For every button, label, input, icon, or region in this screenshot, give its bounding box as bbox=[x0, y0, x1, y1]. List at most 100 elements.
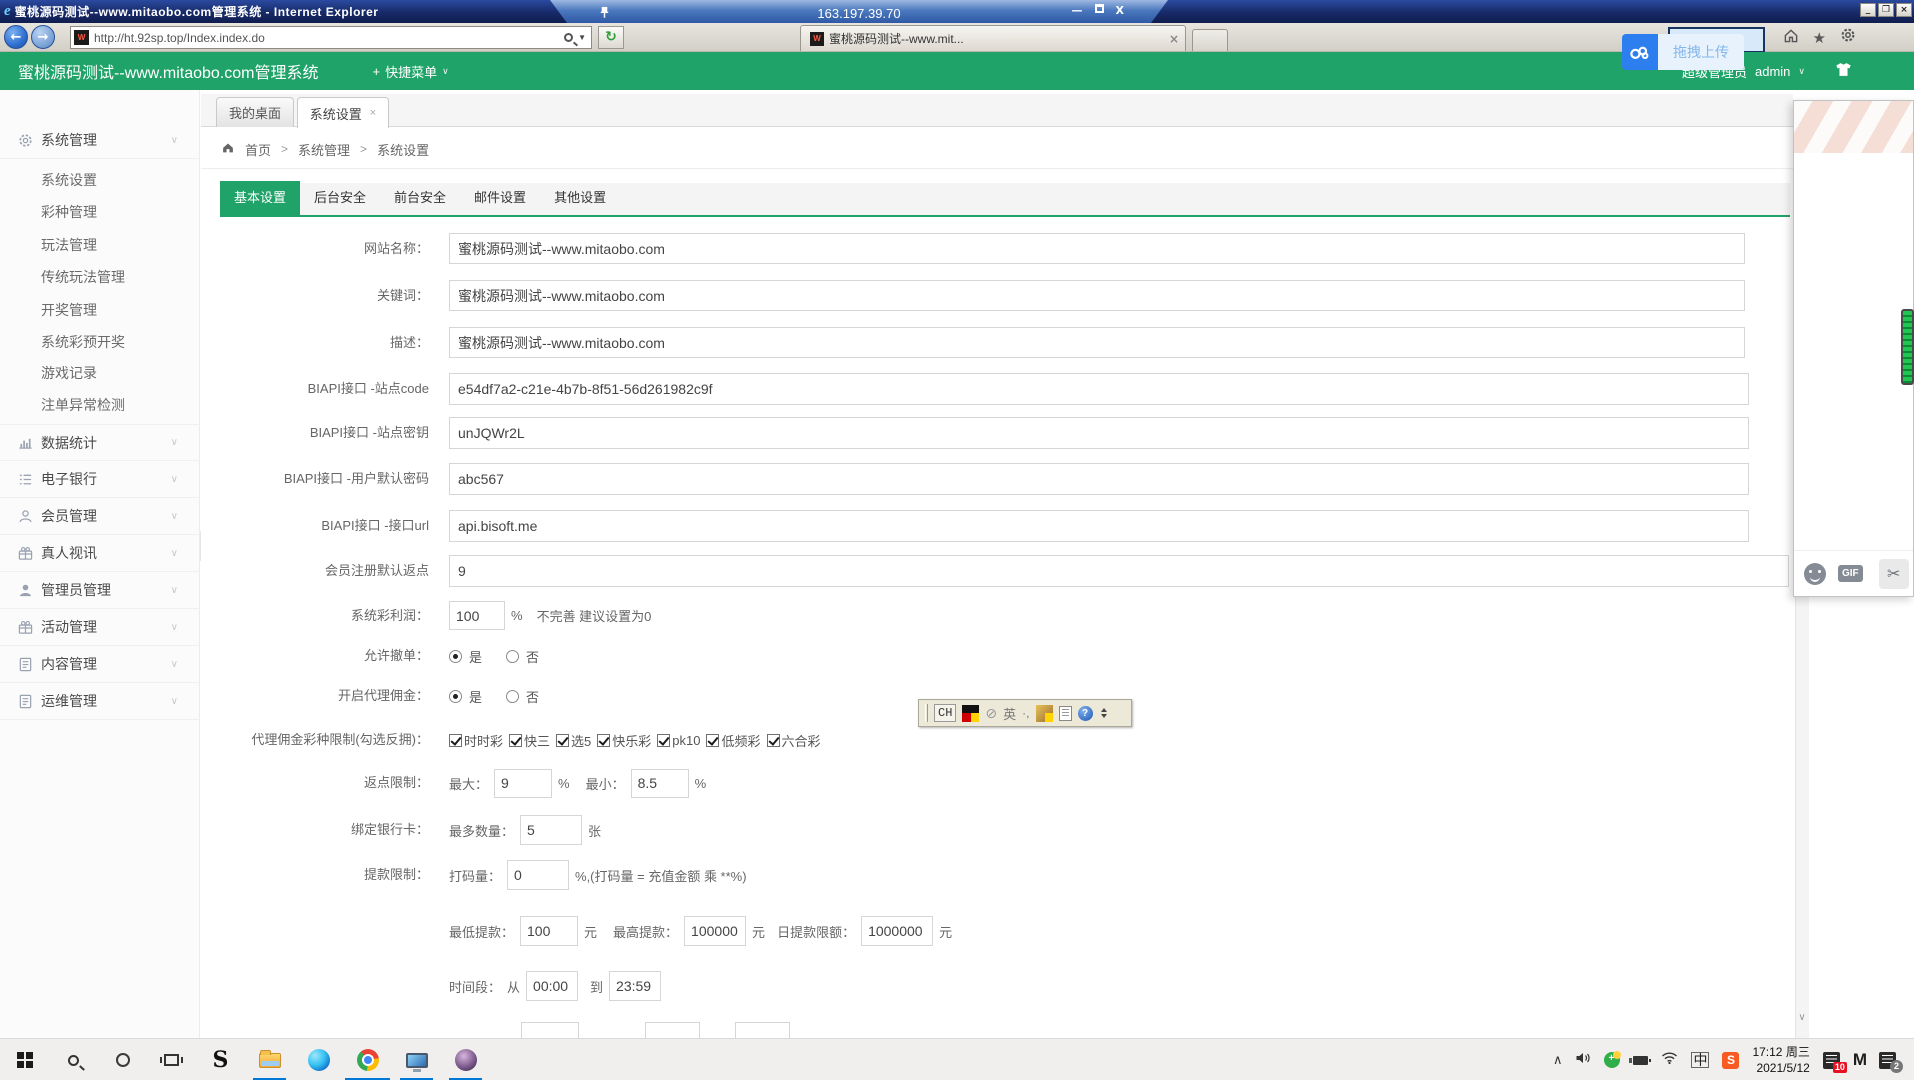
volume-icon[interactable] bbox=[1575, 1051, 1591, 1070]
tab-my-desktop[interactable]: 我的桌面 bbox=[216, 97, 294, 127]
radio-yes[interactable]: 是 bbox=[449, 647, 482, 666]
address-bar[interactable]: W http://ht.92sp.top/Index.index.do ▼ bbox=[70, 26, 592, 49]
cortana-button[interactable] bbox=[98, 1039, 147, 1080]
site-name-input[interactable] bbox=[449, 233, 1745, 264]
default-rebate-input[interactable] bbox=[449, 555, 1789, 587]
checkbox-ssc[interactable]: 时时彩 bbox=[449, 731, 503, 750]
sidebar-item-draw-mgmt[interactable]: 开奖管理 bbox=[0, 294, 200, 326]
edge-button[interactable] bbox=[294, 1039, 343, 1080]
rebate-min-input[interactable] bbox=[631, 769, 689, 798]
sidebar-item-bet-anomaly[interactable]: 注单异常检测 bbox=[0, 389, 200, 421]
bank-card-max-input[interactable] bbox=[520, 815, 582, 845]
sidebar-group-statistics[interactable]: 数据统计 ∨ bbox=[0, 424, 200, 461]
url-text[interactable]: http://ht.92sp.top/Index.index.do bbox=[94, 31, 265, 45]
max-withdraw-input[interactable] bbox=[684, 916, 746, 946]
dama-input[interactable] bbox=[507, 860, 569, 890]
remote-desktop-button[interactable] bbox=[392, 1039, 441, 1080]
ime-grip[interactable] bbox=[925, 704, 928, 722]
tab-basic-settings[interactable]: 基本设置 bbox=[220, 181, 300, 215]
sidebar-group-members[interactable]: 会员管理 ∨ bbox=[0, 498, 200, 535]
tab-frontend-security[interactable]: 前台安全 bbox=[380, 181, 460, 215]
breadcrumb-level2[interactable]: 系统设置 bbox=[377, 140, 429, 159]
task-view-button[interactable] bbox=[147, 1039, 196, 1080]
tab-backend-security[interactable]: 后台安全 bbox=[300, 181, 380, 215]
chrome-button[interactable] bbox=[343, 1039, 392, 1080]
profit-input[interactable] bbox=[449, 601, 505, 630]
radio-no[interactable]: 否 bbox=[506, 647, 539, 666]
home-icon[interactable] bbox=[1783, 28, 1799, 48]
sidebar-group-admins[interactable]: 管理员管理 ∨ bbox=[0, 572, 200, 609]
browser-tab[interactable]: W 蜜桃源码测试--www.mit... × bbox=[800, 25, 1186, 51]
back-button[interactable]: ← bbox=[4, 25, 28, 49]
tab-system-settings[interactable]: 系统设置 × bbox=[297, 97, 389, 128]
antivirus-icon[interactable] bbox=[1604, 1052, 1620, 1068]
sidebar-item-game-records[interactable]: 游戏记录 bbox=[0, 357, 200, 389]
ime-options-icon[interactable] bbox=[1101, 708, 1107, 718]
sidebar-item-play-mgmt[interactable]: 玩法管理 bbox=[0, 229, 200, 261]
sidebar-item-lottery-mgmt[interactable]: 彩种管理 bbox=[0, 196, 200, 228]
ime-wordbank-icon[interactable] bbox=[1059, 706, 1072, 721]
site-key-input[interactable] bbox=[449, 417, 1749, 449]
ime-mspy-icon[interactable] bbox=[962, 705, 979, 722]
partial-input[interactable] bbox=[735, 1022, 790, 1038]
gif-icon[interactable]: GIF bbox=[1838, 565, 1863, 582]
checkbox-lhc[interactable]: 六合彩 bbox=[767, 731, 821, 750]
hidden-icons-caret[interactable]: ∧ bbox=[1553, 1052, 1563, 1068]
close-icon[interactable]: × bbox=[370, 107, 376, 119]
search-icon[interactable] bbox=[564, 33, 573, 42]
ime-punct-button[interactable]: ·, bbox=[1022, 706, 1029, 720]
checkbox-klc[interactable]: 快乐彩 bbox=[597, 731, 651, 750]
checkbox-pk10[interactable]: pk10 bbox=[657, 733, 700, 748]
ime-softkeyboard-icon[interactable] bbox=[1036, 705, 1053, 722]
refresh-button[interactable]: ↻ bbox=[598, 26, 624, 49]
tab-mail-settings[interactable]: 邮件设置 bbox=[460, 181, 540, 215]
partial-input[interactable] bbox=[645, 1022, 700, 1038]
radio-yes[interactable]: 是 bbox=[449, 687, 482, 706]
new-tab-button[interactable] bbox=[1192, 29, 1228, 51]
radio-no[interactable]: 否 bbox=[506, 687, 539, 706]
sidebar-group-system[interactable]: 系统管理 ∨ bbox=[0, 122, 200, 159]
sidebar-group-live-video[interactable]: 真人视讯 ∨ bbox=[0, 535, 200, 572]
api-url-input[interactable] bbox=[449, 510, 1749, 542]
rdp-minimize-button[interactable]: — bbox=[1072, 4, 1083, 17]
window-maximize-button[interactable]: ❐ bbox=[1878, 3, 1894, 17]
sidebar-group-activities[interactable]: 活动管理 ∨ bbox=[0, 609, 200, 646]
tab-other-settings[interactable]: 其他设置 bbox=[540, 181, 620, 215]
settings-gear-icon[interactable] bbox=[1840, 27, 1856, 48]
taskbar-clock[interactable]: 17:12 周三 2021/5/12 bbox=[1752, 1044, 1809, 1076]
min-withdraw-input[interactable] bbox=[520, 916, 578, 946]
site-code-input[interactable] bbox=[449, 373, 1749, 405]
app-s-button[interactable]: S bbox=[196, 1039, 245, 1080]
rdp-close-button[interactable]: X bbox=[1116, 4, 1124, 17]
taskbar-search-button[interactable] bbox=[49, 1039, 98, 1080]
time-to-input[interactable] bbox=[609, 971, 661, 1001]
partial-input[interactable] bbox=[521, 1022, 579, 1038]
rebate-max-input[interactable] bbox=[494, 769, 552, 798]
power-icon[interactable] bbox=[1633, 1056, 1648, 1065]
sogou-ime-icon[interactable]: S bbox=[1722, 1052, 1739, 1069]
sidebar-group-ops[interactable]: 运维管理 ∨ bbox=[0, 683, 200, 720]
ime-lang-button[interactable]: CH bbox=[934, 704, 956, 722]
time-from-input[interactable] bbox=[526, 971, 578, 1001]
checkbox-k3[interactable]: 快三 bbox=[509, 731, 550, 750]
wifi-icon[interactable] bbox=[1661, 1051, 1678, 1069]
page-scrollbar[interactable] bbox=[1795, 597, 1809, 1038]
scroll-down-icon[interactable]: ∨ bbox=[1795, 1008, 1809, 1030]
breadcrumb-level1[interactable]: 系统管理 bbox=[298, 140, 350, 159]
window-close-button[interactable]: × bbox=[1896, 3, 1912, 17]
avatar-app-button[interactable] bbox=[441, 1039, 490, 1080]
quick-menu-button[interactable]: + 快捷菜单 ∨ bbox=[372, 62, 448, 81]
breadcrumb-home[interactable]: 首页 bbox=[245, 140, 271, 159]
forward-button[interactable]: → bbox=[31, 25, 55, 49]
keywords-input[interactable] bbox=[449, 280, 1745, 311]
emoji-icon[interactable] bbox=[1804, 563, 1826, 585]
ime-help-icon[interactable]: ? bbox=[1078, 706, 1093, 721]
start-button[interactable] bbox=[0, 1039, 49, 1080]
sidebar-item-system-settings[interactable]: 系统设置 bbox=[0, 164, 200, 196]
ime-prohibit-icon[interactable]: ⊘ bbox=[985, 705, 997, 722]
baidu-upload-badge[interactable]: 拖拽上传 bbox=[1622, 34, 1744, 70]
default-password-input[interactable] bbox=[449, 463, 1749, 495]
description-input[interactable] bbox=[449, 327, 1745, 358]
checkbox-x5[interactable]: 选5 bbox=[556, 731, 591, 750]
sidebar-item-predraw[interactable]: 系统彩预开奖 bbox=[0, 326, 200, 358]
